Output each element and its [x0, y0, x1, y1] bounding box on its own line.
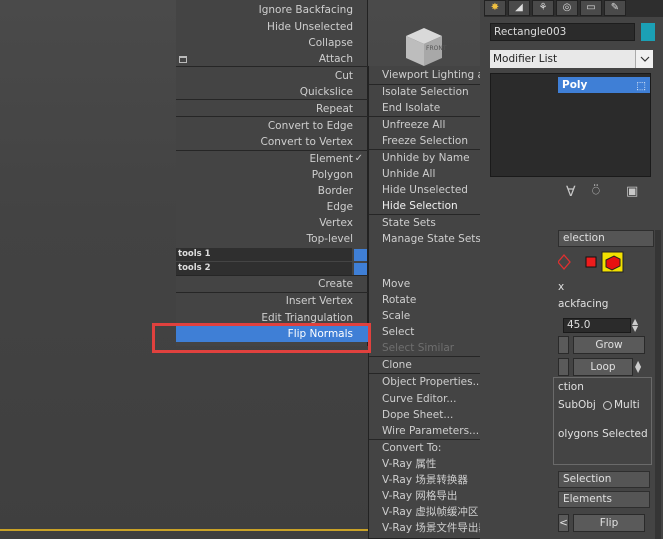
- modifier-list-dropdown[interactable]: Modifier List: [490, 50, 653, 68]
- display-tab-icon[interactable]: ▭: [580, 0, 602, 16]
- menu-item-cut[interactable]: Cut: [176, 68, 368, 84]
- stack-item-poly[interactable]: Poly ⬚: [558, 77, 650, 93]
- stack-toolbar: ∀ ⍥ ▣: [560, 184, 652, 204]
- command-panel-tabs: ✸ ◢ ⚘ ◎ ▭ ✎: [484, 0, 663, 17]
- create-tab-icon[interactable]: ✸: [484, 0, 506, 16]
- menu-item-collapse[interactable]: Collapse: [176, 35, 368, 51]
- subobject-level-icons: [558, 251, 624, 273]
- multi-radio[interactable]: Multi: [603, 399, 640, 411]
- menu-item-convert-to-vertex[interactable]: Convert to Vertex: [176, 134, 368, 150]
- settings-box-icon[interactable]: [179, 56, 187, 63]
- utilities-tab-icon[interactable]: ✎: [604, 0, 626, 16]
- group-title: ction: [558, 381, 586, 393]
- menu-item-element[interactable]: Element: [176, 151, 368, 167]
- chevron-down-icon[interactable]: [635, 50, 653, 68]
- selection-rollout-header[interactable]: election: [558, 230, 654, 247]
- chevron-left-icon[interactable]: <: [558, 514, 569, 532]
- menu-item-attach[interactable]: Attach: [176, 51, 368, 67]
- spinner-arrows-icon[interactable]: ▲ ▼: [632, 318, 638, 333]
- panel-scrollbar[interactable]: [655, 230, 661, 539]
- object-name-input[interactable]: Rectangle003: [490, 23, 635, 41]
- loop-button[interactable]: Loop: [573, 358, 633, 376]
- polygons-selected-status: olygons Selected: [558, 428, 648, 440]
- checkmark-icon: ✓: [354, 153, 363, 164]
- hierarchy-tab-icon[interactable]: ⚘: [532, 0, 554, 16]
- angle-spinner[interactable]: 45.0: [563, 318, 631, 333]
- menu-item-top-level[interactable]: Top-level: [176, 231, 368, 247]
- shrink-button[interactable]: [558, 336, 569, 354]
- quad-label-tools2: tools 2: [176, 262, 352, 275]
- quad-menu-left: Ignore Backfacing Hide Unselected Collap…: [176, 0, 368, 346]
- selection-button[interactable]: Selection: [558, 471, 650, 488]
- separator: [176, 66, 368, 67]
- ignore-backfacing-label[interactable]: ackfacing: [558, 298, 608, 310]
- menu-item-ignore-backfacing[interactable]: Ignore Backfacing: [176, 2, 368, 18]
- by-label: x: [558, 281, 565, 293]
- quad-label-tools1: tools 1: [176, 248, 352, 261]
- menu-item-hide-unselected[interactable]: Hide Unselected: [176, 19, 368, 35]
- menu-item-quickslice[interactable]: Quickslice: [176, 84, 368, 100]
- show-end-result-icon[interactable]: ⍥: [592, 184, 600, 199]
- menu-item-create[interactable]: Create: [176, 276, 368, 292]
- separator: [176, 99, 368, 100]
- modify-tab-icon[interactable]: ◢: [508, 0, 530, 16]
- pin-stack-icon[interactable]: ∀: [566, 184, 576, 200]
- menu-item-edge[interactable]: Edge: [176, 199, 368, 215]
- cube-icon: ⬚: [636, 80, 646, 92]
- grow-button[interactable]: Grow: [573, 336, 645, 354]
- ring-button[interactable]: [558, 358, 569, 376]
- menu-item-border[interactable]: Border: [176, 183, 368, 199]
- motion-tab-icon[interactable]: ◎: [556, 0, 578, 16]
- menu-item-convert-to-edge[interactable]: Convert to Edge: [176, 118, 368, 134]
- menu-item-repeat[interactable]: Repeat: [176, 101, 368, 117]
- svg-text:FRONT: FRONT: [426, 45, 447, 52]
- viewcube-icon[interactable]: FRONT: [398, 26, 450, 68]
- menu-item-vertex[interactable]: Vertex: [176, 215, 368, 231]
- menu-item-insert-vertex[interactable]: Insert Vertex: [176, 293, 368, 309]
- radio-icon: [603, 400, 612, 410]
- object-color-swatch[interactable]: [641, 23, 655, 41]
- spinner-arrows-icon[interactable]: ▲ ▼: [635, 360, 641, 374]
- elements-button[interactable]: Elements: [558, 491, 650, 508]
- flip-button[interactable]: Flip: [573, 514, 645, 532]
- highlight-annotation: [152, 323, 371, 353]
- subobj-radio[interactable]: SubObj: [558, 399, 596, 411]
- configure-modifier-sets-icon[interactable]: ▣: [626, 184, 638, 199]
- separator: [176, 116, 368, 117]
- menu-item-polygon[interactable]: Polygon: [176, 167, 368, 183]
